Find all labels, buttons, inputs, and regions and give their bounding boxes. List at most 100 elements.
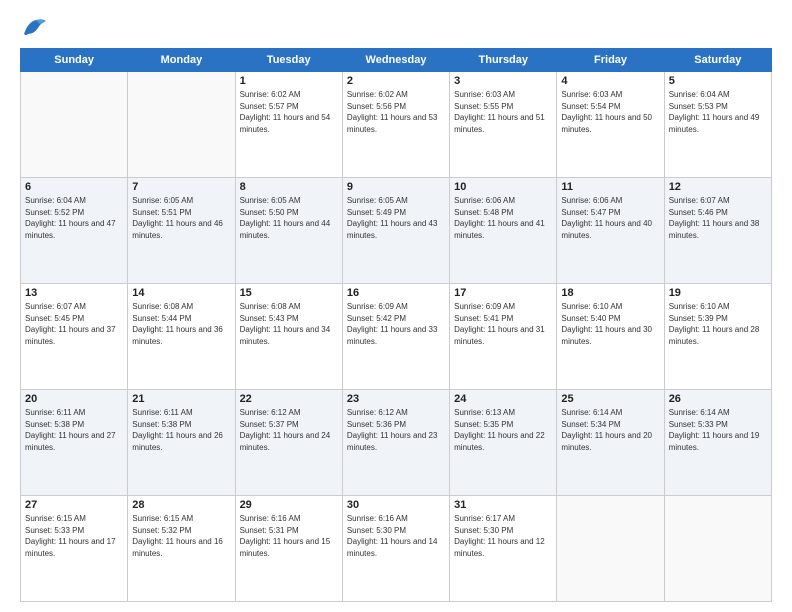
day-info: Sunrise: 6:11 AMSunset: 5:38 PMDaylight:…: [25, 407, 123, 453]
day-number: 24: [454, 393, 552, 405]
calendar-cell: 9 Sunrise: 6:05 AMSunset: 5:49 PMDaylight…: [342, 178, 449, 284]
day-info: Sunrise: 6:02 AMSunset: 5:57 PMDaylight:…: [240, 89, 338, 135]
day-info: Sunrise: 6:07 AMSunset: 5:45 PMDaylight:…: [25, 301, 123, 347]
calendar-cell: [21, 72, 128, 178]
calendar-cell: [128, 72, 235, 178]
day-number: 8: [240, 181, 338, 193]
day-number: 14: [132, 287, 230, 299]
day-number: 13: [25, 287, 123, 299]
calendar-cell: 24 Sunrise: 6:13 AMSunset: 5:35 PMDayligh…: [450, 390, 557, 496]
day-number: 30: [347, 499, 445, 511]
day-number: 15: [240, 287, 338, 299]
day-info: Sunrise: 6:04 AMSunset: 5:53 PMDaylight:…: [669, 89, 767, 135]
calendar-cell: 11Sunrise: 6:06 AMSunset: 5:47 PMDayligh…: [557, 178, 664, 284]
calendar-cell: 13 Sunrise: 6:07 AMSunset: 5:45 PMDayligh…: [21, 284, 128, 390]
calendar-cell: 20 Sunrise: 6:11 AMSunset: 5:38 PMDayligh…: [21, 390, 128, 496]
day-number: 21: [132, 393, 230, 405]
day-number: 28: [132, 499, 230, 511]
calendar-cell: 7 Sunrise: 6:05 AMSunset: 5:51 PMDaylight…: [128, 178, 235, 284]
logo-icon: [20, 16, 48, 38]
day-info: Sunrise: 6:13 AMSunset: 5:35 PMDaylight:…: [454, 407, 552, 453]
calendar-cell: 10 Sunrise: 6:06 AMSunset: 5:48 PMDayligh…: [450, 178, 557, 284]
weekday-header-tuesday: Tuesday: [235, 49, 342, 72]
day-number: 9: [347, 181, 445, 193]
calendar-cell: 6Sunrise: 6:04 AMSunset: 5:52 PMDaylight…: [21, 178, 128, 284]
day-info: Sunrise: 6:06 AMSunset: 5:48 PMDaylight:…: [454, 195, 552, 241]
calendar-week-2: 6Sunrise: 6:04 AMSunset: 5:52 PMDaylight…: [21, 178, 772, 284]
calendar-week-1: 1 Sunrise: 6:02 AMSunset: 5:57 PMDaylight…: [21, 72, 772, 178]
day-info: Sunrise: 6:02 AMSunset: 5:56 PMDaylight:…: [347, 89, 445, 135]
calendar-cell: 12Sunrise: 6:07 AMSunset: 5:46 PMDayligh…: [664, 178, 771, 284]
day-number: 27: [25, 499, 123, 511]
calendar-cell: 31 Sunrise: 6:17 AMSunset: 5:30 PMDayligh…: [450, 496, 557, 602]
day-number: 20: [25, 393, 123, 405]
day-number: 18: [561, 287, 659, 299]
day-number: 10: [454, 181, 552, 193]
day-number: 22: [240, 393, 338, 405]
day-info: Sunrise: 6:07 AMSunset: 5:46 PMDaylight:…: [669, 195, 767, 241]
calendar-cell: 21 Sunrise: 6:11 AMSunset: 5:38 PMDayligh…: [128, 390, 235, 496]
weekday-header-sunday: Sunday: [21, 49, 128, 72]
day-number: 4: [561, 75, 659, 87]
day-number: 31: [454, 499, 552, 511]
calendar-cell: 5Sunrise: 6:04 AMSunset: 5:53 PMDaylight…: [664, 72, 771, 178]
day-info: Sunrise: 6:10 AMSunset: 5:39 PMDaylight:…: [669, 301, 767, 347]
calendar-week-4: 20 Sunrise: 6:11 AMSunset: 5:38 PMDayligh…: [21, 390, 772, 496]
day-number: 17: [454, 287, 552, 299]
calendar-cell: 22Sunrise: 6:12 AMSunset: 5:37 PMDayligh…: [235, 390, 342, 496]
calendar-cell: 15 Sunrise: 6:08 AMSunset: 5:43 PMDayligh…: [235, 284, 342, 390]
weekday-header-saturday: Saturday: [664, 49, 771, 72]
day-number: 25: [561, 393, 659, 405]
calendar-cell: 8Sunrise: 6:05 AMSunset: 5:50 PMDaylight…: [235, 178, 342, 284]
day-info: Sunrise: 6:09 AMSunset: 5:41 PMDaylight:…: [454, 301, 552, 347]
weekday-header-row: SundayMondayTuesdayWednesdayThursdayFrid…: [21, 49, 772, 72]
header: [20, 16, 772, 38]
weekday-header-thursday: Thursday: [450, 49, 557, 72]
day-info: Sunrise: 6:12 AMSunset: 5:36 PMDaylight:…: [347, 407, 445, 453]
calendar-week-3: 13 Sunrise: 6:07 AMSunset: 5:45 PMDayligh…: [21, 284, 772, 390]
day-number: 1: [240, 75, 338, 87]
day-number: 2: [347, 75, 445, 87]
day-info: Sunrise: 6:03 AMSunset: 5:55 PMDaylight:…: [454, 89, 552, 135]
calendar-cell: 28 Sunrise: 6:15 AMSunset: 5:32 PMDayligh…: [128, 496, 235, 602]
calendar-cell: 18Sunrise: 6:10 AMSunset: 5:40 PMDayligh…: [557, 284, 664, 390]
day-info: Sunrise: 6:17 AMSunset: 5:30 PMDaylight:…: [454, 513, 552, 559]
calendar-cell: 19Sunrise: 6:10 AMSunset: 5:39 PMDayligh…: [664, 284, 771, 390]
weekday-header-friday: Friday: [557, 49, 664, 72]
day-info: Sunrise: 6:16 AMSunset: 5:30 PMDaylight:…: [347, 513, 445, 559]
day-info: Sunrise: 6:14 AMSunset: 5:33 PMDaylight:…: [669, 407, 767, 453]
day-number: 11: [561, 181, 659, 193]
calendar-cell: 3 Sunrise: 6:03 AMSunset: 5:55 PMDaylight…: [450, 72, 557, 178]
day-info: Sunrise: 6:16 AMSunset: 5:31 PMDaylight:…: [240, 513, 338, 559]
day-info: Sunrise: 6:08 AMSunset: 5:43 PMDaylight:…: [240, 301, 338, 347]
day-number: 23: [347, 393, 445, 405]
calendar-cell: 2 Sunrise: 6:02 AMSunset: 5:56 PMDaylight…: [342, 72, 449, 178]
calendar-table: SundayMondayTuesdayWednesdayThursdayFrid…: [20, 48, 772, 602]
calendar-week-5: 27 Sunrise: 6:15 AMSunset: 5:33 PMDayligh…: [21, 496, 772, 602]
day-number: 3: [454, 75, 552, 87]
day-info: Sunrise: 6:05 AMSunset: 5:49 PMDaylight:…: [347, 195, 445, 241]
calendar-cell: 30 Sunrise: 6:16 AMSunset: 5:30 PMDayligh…: [342, 496, 449, 602]
day-number: 6: [25, 181, 123, 193]
day-info: Sunrise: 6:09 AMSunset: 5:42 PMDaylight:…: [347, 301, 445, 347]
calendar-cell: 23 Sunrise: 6:12 AMSunset: 5:36 PMDayligh…: [342, 390, 449, 496]
day-info: Sunrise: 6:11 AMSunset: 5:38 PMDaylight:…: [132, 407, 230, 453]
weekday-header-monday: Monday: [128, 49, 235, 72]
calendar-cell: 17 Sunrise: 6:09 AMSunset: 5:41 PMDayligh…: [450, 284, 557, 390]
calendar-cell: 27 Sunrise: 6:15 AMSunset: 5:33 PMDayligh…: [21, 496, 128, 602]
calendar-cell: 14Sunrise: 6:08 AMSunset: 5:44 PMDayligh…: [128, 284, 235, 390]
calendar-cell: 25 Sunrise: 6:14 AMSunset: 5:34 PMDayligh…: [557, 390, 664, 496]
day-info: Sunrise: 6:03 AMSunset: 5:54 PMDaylight:…: [561, 89, 659, 135]
day-number: 16: [347, 287, 445, 299]
day-info: Sunrise: 6:14 AMSunset: 5:34 PMDaylight:…: [561, 407, 659, 453]
day-info: Sunrise: 6:15 AMSunset: 5:33 PMDaylight:…: [25, 513, 123, 559]
day-number: 7: [132, 181, 230, 193]
calendar-cell: 1 Sunrise: 6:02 AMSunset: 5:57 PMDaylight…: [235, 72, 342, 178]
calendar-cell: [557, 496, 664, 602]
calendar-cell: [664, 496, 771, 602]
logo: [20, 16, 52, 38]
day-info: Sunrise: 6:05 AMSunset: 5:51 PMDaylight:…: [132, 195, 230, 241]
day-info: Sunrise: 6:15 AMSunset: 5:32 PMDaylight:…: [132, 513, 230, 559]
calendar-cell: 4 Sunrise: 6:03 AMSunset: 5:54 PMDaylight…: [557, 72, 664, 178]
calendar-cell: 16 Sunrise: 6:09 AMSunset: 5:42 PMDayligh…: [342, 284, 449, 390]
